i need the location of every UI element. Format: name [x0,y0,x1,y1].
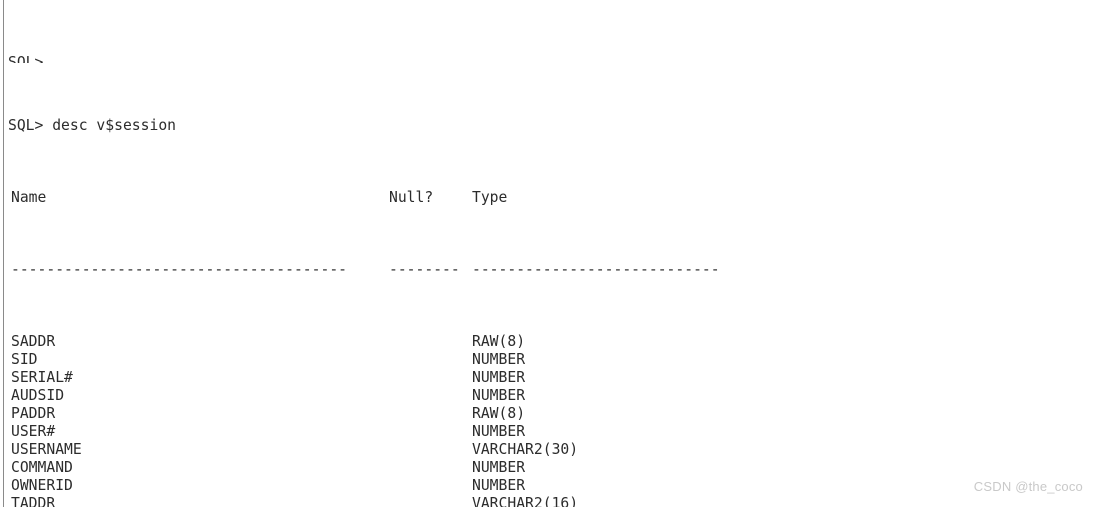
column-name: SADDR [11,333,56,350]
column-header-name: Name [11,189,47,206]
column-type: RAW(8) [472,405,526,422]
column-name: SERIAL# [11,369,73,386]
column-type: NUMBER [472,423,526,440]
column-type: RAW(8) [472,333,526,350]
column-name: COMMAND [11,459,73,476]
describe-row: COMMAND NUMBER [0,459,1096,477]
column-type: NUMBER [472,459,526,476]
describe-row: USER# NUMBER [0,423,1096,441]
column-type: NUMBER [472,387,526,404]
column-type: VARCHAR2(16) [472,495,579,507]
describe-row: AUDSID NUMBER [0,387,1096,405]
column-name: AUDSID [11,387,65,404]
column-type: NUMBER [472,351,526,368]
sqlplus-terminal: SQL> SQL> desc v$session Name Null? Type… [0,0,1096,507]
column-type: VARCHAR2(30) [472,441,579,458]
describe-row: PADDR RAW(8) [0,405,1096,423]
column-rule-row: -------------------------------------- -… [0,261,1096,279]
column-type: NUMBER [472,369,526,386]
column-name: PADDR [11,405,56,422]
column-list: SADDR RAW(8) SID NUMBER SERIAL# NUMBER AUDSID N… [0,333,1096,507]
rule-name: -------------------------------------- [11,261,348,278]
column-name: OWNERID [11,477,73,494]
column-name: USERNAME [11,441,82,458]
partial-prompt-line: SQL> [8,54,44,63]
column-type: NUMBER [472,477,526,494]
column-header-null: Null? [389,189,434,206]
describe-row: OWNERID NUMBER [0,477,1096,495]
command-line: SQL> desc v$session [8,117,177,134]
column-name: USER# [11,423,56,440]
csdn-watermark: CSDN @the_coco [973,479,1083,494]
column-name: TADDR [11,495,56,507]
describe-row: USERNAME VARCHAR2(30) [0,441,1096,459]
describe-row: TADDR VARCHAR2(16) [0,495,1096,507]
describe-row: SERIAL# NUMBER [0,369,1096,387]
column-name: SID [11,351,38,368]
column-header-type: Type [472,189,508,206]
rule-type: ---------------------------- [472,261,720,278]
column-header-row: Name Null? Type [0,189,1096,207]
console-output[interactable]: SQL> SQL> desc v$session Name Null? Type… [0,0,1096,507]
describe-row: SID NUMBER [0,351,1096,369]
rule-null: -------- [389,261,460,278]
describe-row: SADDR RAW(8) [0,333,1096,351]
